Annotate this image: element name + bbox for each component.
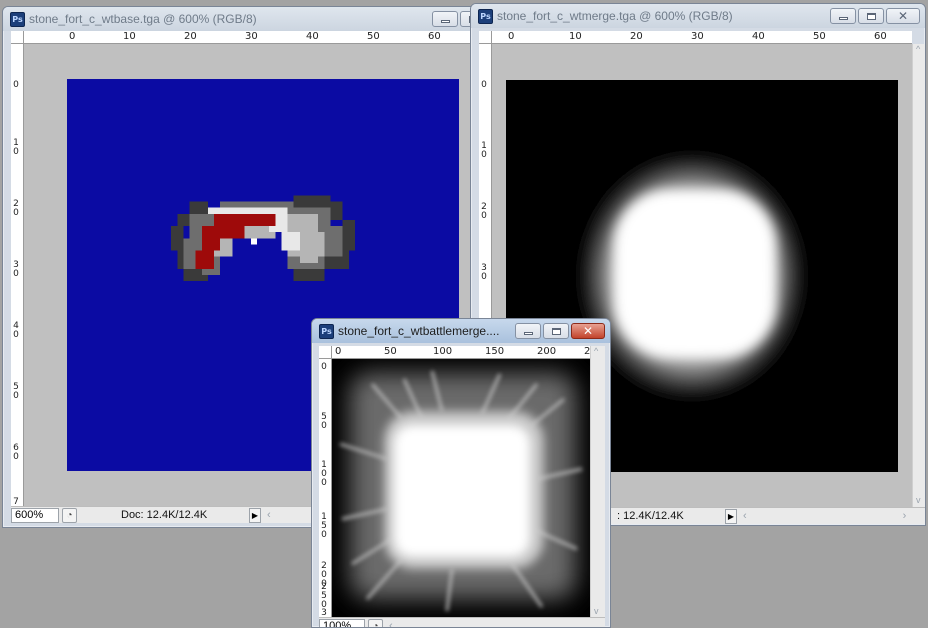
ruler-label: 5 0: [321, 412, 327, 431]
zoom-input[interactable]: 100%: [319, 618, 365, 627]
ruler-label: 1 5 0: [321, 512, 327, 540]
horizontal-ruler: 0 10 20 30 40 50 60: [492, 31, 912, 44]
ruler-label: 40: [752, 31, 765, 42]
horizontal-ruler: 0 50 100 150 200 2: [332, 346, 590, 359]
ruler-label: 10: [569, 31, 582, 42]
vertical-ruler: 0 5 0 1 0 0 1 5 0 2 0 0 2 5 0 3: [319, 359, 332, 618]
ruler-label: 0: [481, 80, 487, 90]
vertical-ruler: 0 1 0 2 0 3 0 4 0 5 0 6 0 7: [11, 44, 24, 507]
ruler-label: 0: [321, 362, 327, 372]
ruler-label: 0: [69, 31, 76, 42]
scroll-left-icon[interactable]: ‹: [389, 620, 393, 627]
ruler-label: 2 5 0: [321, 582, 327, 610]
ruler-label: 5 0: [13, 382, 19, 401]
ruler-label: 1 0: [13, 138, 19, 157]
ruler-label: 50: [813, 31, 826, 42]
ruler-corner: [479, 31, 492, 44]
ruler-corner: [319, 346, 332, 359]
scroll-down-icon[interactable]: v: [916, 495, 921, 505]
minimize-icon: [440, 19, 450, 23]
ruler-label: 150: [485, 346, 505, 357]
close-icon: ✕: [897, 9, 909, 23]
ruler-label: 50: [384, 346, 397, 357]
ruler-label: 6 0: [13, 443, 19, 462]
ruler-label: 30: [691, 31, 704, 42]
maximize-icon: [551, 327, 561, 335]
ruler-label: 2 0: [481, 202, 487, 221]
minimize-button[interactable]: [830, 8, 856, 24]
doc-size: : 12.4K/12.4K: [617, 510, 684, 522]
canvas-area-wtbattlemerge[interactable]: [332, 359, 590, 618]
photoshop-icon: Ps: [319, 323, 334, 339]
window-title-wtbattlemerge: stone_fort_c_wtbattlemerge....: [338, 324, 500, 338]
window-wtbattlemerge[interactable]: Ps stone_fort_c_wtbattlemerge.... ✕ 0 50…: [311, 318, 611, 628]
ruler-label: 100: [433, 346, 453, 357]
doc-size: Doc: 12.4K/12.4K: [121, 509, 208, 521]
ruler-label: 20: [630, 31, 643, 42]
ruler-label: 1 0: [481, 141, 487, 160]
ruler-label: 3 0: [13, 260, 19, 279]
ruler-label: 60: [874, 31, 887, 42]
statusbar-wtbattlemerge: 100% ◔ ‹: [319, 617, 605, 627]
ruler-corner: [11, 31, 24, 44]
window-title-wtbase: stone_fort_c_wtbase.tga @ 600% (RGB/8): [29, 12, 257, 26]
titlebar-wtbase[interactable]: Ps stone_fort_c_wtbase.tga @ 600% (RGB/8…: [3, 7, 491, 31]
status-info-icon[interactable]: ◔: [62, 507, 77, 523]
maximize-icon: [866, 12, 876, 20]
minimize-button[interactable]: [515, 323, 541, 339]
minimize-icon: [838, 16, 848, 20]
ruler-label: 10: [123, 31, 136, 42]
maximize-button[interactable]: [858, 8, 884, 24]
ruler-label: 30: [245, 31, 258, 42]
ruler-label: 0: [13, 80, 19, 90]
ruler-label: 4 0: [13, 321, 19, 340]
status-menu-arrow-icon[interactable]: ▶: [725, 508, 737, 524]
scroll-up-icon[interactable]: ^: [916, 44, 920, 54]
ruler-label: 1 0 0: [321, 460, 327, 488]
scroll-left-icon[interactable]: ‹: [743, 510, 747, 522]
photoshop-icon: Ps: [478, 8, 493, 24]
scroll-left-icon[interactable]: ‹: [267, 509, 271, 521]
ruler-label: 0: [508, 31, 515, 42]
status-menu-arrow-icon[interactable]: ▶: [249, 507, 261, 523]
ruler-label: 50: [367, 31, 380, 42]
ruler-label: 0: [335, 346, 342, 357]
titlebar-wtbattlemerge[interactable]: Ps stone_fort_c_wtbattlemerge.... ✕: [312, 319, 610, 343]
scroll-right-icon[interactable]: ›: [903, 510, 907, 522]
maximize-button[interactable]: [543, 323, 569, 339]
ruler-label: 200: [537, 346, 557, 357]
scroll-down-icon[interactable]: v: [594, 606, 599, 616]
ruler-label: 2 0: [13, 199, 19, 218]
close-button[interactable]: ✕: [571, 323, 605, 339]
titlebar-wtmerge[interactable]: Ps stone_fort_c_wtmerge.tga @ 600% (RGB/…: [471, 4, 925, 28]
ruler-label: 60: [428, 31, 441, 42]
minimize-icon: [523, 331, 533, 335]
image-wtbattlemerge: [332, 359, 590, 618]
minimize-button[interactable]: [432, 11, 458, 27]
close-icon: ✕: [582, 324, 594, 338]
vertical-scrollbar[interactable]: ^ v: [590, 346, 605, 618]
photoshop-icon: Ps: [10, 11, 25, 27]
vertical-scrollbar[interactable]: ^ v: [912, 44, 925, 507]
ruler-label: 3 0: [481, 263, 487, 282]
horizontal-ruler: 0 10 20 30 40 50 60: [24, 31, 491, 44]
zoom-input[interactable]: 600%: [11, 507, 59, 523]
ruler-label: 20: [184, 31, 197, 42]
ruler-label: 40: [306, 31, 319, 42]
status-info-icon[interactable]: ◔: [368, 618, 383, 627]
close-button[interactable]: ✕: [886, 8, 920, 24]
window-title-wtmerge: stone_fort_c_wtmerge.tga @ 600% (RGB/8): [497, 9, 733, 23]
scroll-up-icon[interactable]: ^: [594, 346, 598, 356]
